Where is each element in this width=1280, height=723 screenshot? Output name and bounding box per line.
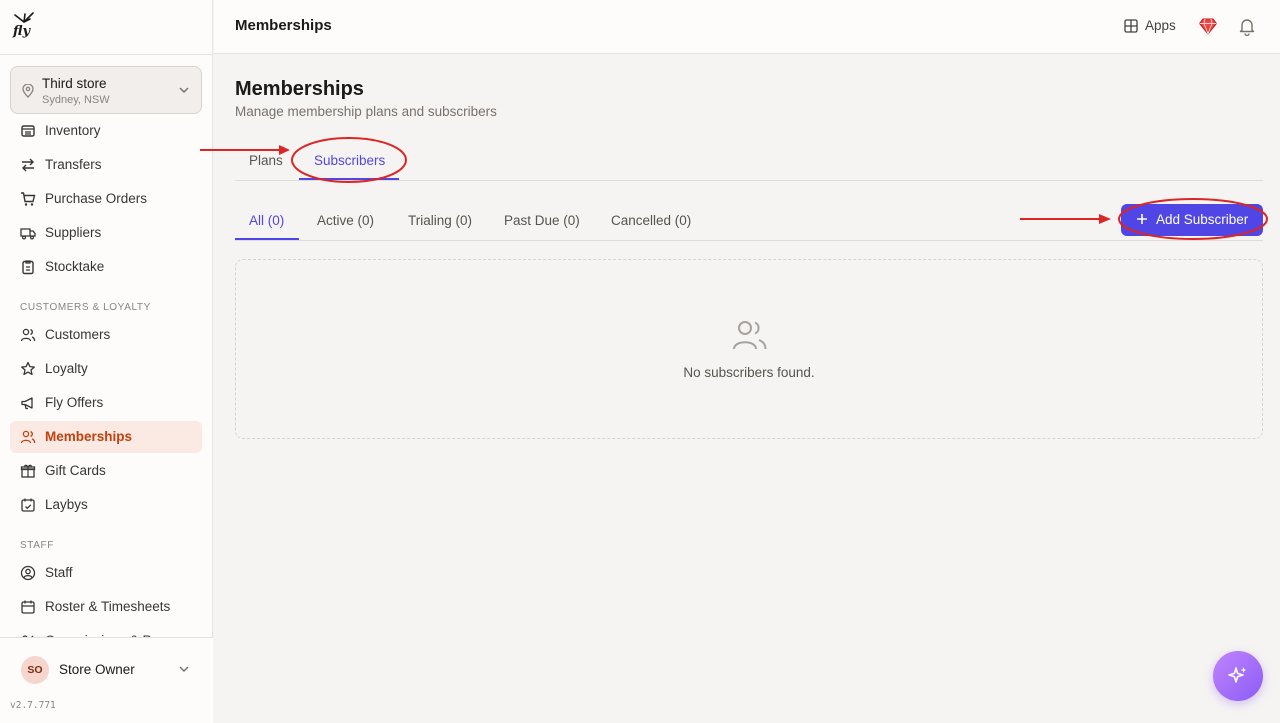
inventory-icon — [21, 125, 35, 137]
chevron-down-icon — [179, 87, 189, 94]
store-location: Sydney, NSW — [42, 94, 110, 106]
calendar-check-icon — [21, 498, 35, 512]
topbar-title: Memberships — [235, 17, 332, 34]
sidebar: fly Third store Sydney, NSW Inventory Tr… — [0, 0, 213, 723]
divider — [235, 240, 1263, 241]
sidebar-item-label: Laybys — [45, 497, 88, 512]
sidebar-item-label: Memberships — [45, 429, 133, 444]
users-icon — [20, 430, 36, 444]
user-name[interactable]: Store Owner — [59, 662, 135, 677]
sidebar-item-suppliers[interactable]: Suppliers — [10, 217, 202, 249]
avatar[interactable]: SO — [21, 656, 49, 684]
sidebar-item-label: Inventory — [45, 123, 101, 138]
map-pin-icon — [22, 84, 34, 98]
store-selector[interactable]: Third store Sydney, NSW — [10, 66, 202, 114]
sidebar-item-loyalty[interactable]: Loyalty — [10, 353, 202, 385]
divider — [0, 54, 213, 55]
sidebar-item-label: Customers — [45, 327, 111, 342]
section-label-staff: STAFF — [20, 540, 54, 551]
add-subscriber-label: Add Subscriber — [1156, 212, 1249, 227]
annotation-arrowhead — [1099, 214, 1111, 224]
sidebar-item-memberships[interactable]: Memberships — [10, 421, 202, 453]
sidebar-item-inventory[interactable]: Inventory — [10, 115, 202, 147]
sidebar-item-roster[interactable]: Roster & Timesheets — [10, 591, 202, 623]
divider — [235, 180, 1263, 181]
section-label-customers: CUSTOMERS & LOYALTY — [20, 302, 151, 313]
sidebar-item-label: Fly Offers — [45, 395, 104, 410]
filter-all[interactable]: All (0) — [249, 213, 284, 228]
sidebar-item-transfers[interactable]: Transfers — [10, 149, 202, 181]
ai-assistant-button[interactable] — [1213, 651, 1263, 701]
sidebar-item-label: Transfers — [45, 157, 102, 172]
sidebar-item-staff[interactable]: Staff — [10, 557, 202, 589]
filter-past-due[interactable]: Past Due (0) — [504, 213, 580, 228]
sidebar-item-label: Roster & Timesheets — [45, 599, 171, 614]
apps-label: Apps — [1145, 18, 1176, 33]
sidebar-item-laybys[interactable]: Laybys — [10, 489, 202, 521]
gem-icon[interactable] — [1198, 16, 1218, 36]
filter-cancelled[interactable]: Cancelled (0) — [611, 213, 691, 228]
sidebar-item-gift-cards[interactable]: Gift Cards — [10, 455, 202, 487]
tab-plans[interactable]: Plans — [249, 153, 283, 168]
sidebar-item-label: Gift Cards — [45, 463, 106, 478]
plus-icon — [1137, 214, 1147, 224]
empty-state: No subscribers found. — [235, 259, 1263, 439]
user-circle-icon — [20, 565, 36, 581]
grid-icon — [1124, 19, 1138, 33]
sparkle-icon — [1228, 667, 1247, 683]
sidebar-item-stocktake[interactable]: Stocktake — [10, 251, 202, 283]
sidebar-item-fly-offers[interactable]: Fly Offers — [10, 387, 202, 419]
truck-icon — [20, 228, 36, 240]
top-bar: Memberships Apps — [214, 0, 1280, 54]
store-name: Third store — [42, 76, 107, 91]
sidebar-item-label: Loyalty — [45, 361, 88, 376]
filter-active[interactable]: Active (0) — [317, 213, 374, 228]
page-subtitle: Manage membership plans and subscribers — [235, 104, 497, 119]
users-icon — [733, 321, 767, 350]
add-subscriber-button[interactable]: Add Subscriber — [1121, 204, 1263, 236]
bell-icon[interactable] — [1238, 16, 1256, 36]
star-icon — [21, 361, 35, 376]
page-title: Memberships — [235, 78, 364, 100]
sidebar-item-label: Purchase Orders — [45, 191, 148, 206]
clipboard-icon — [22, 260, 34, 275]
filter-trialing[interactable]: Trialing (0) — [408, 213, 472, 228]
version-label: v2.7.771 — [10, 700, 56, 711]
users-icon — [20, 328, 36, 342]
calendar-icon — [21, 600, 35, 614]
tab-subscribers[interactable]: Subscribers — [314, 153, 385, 168]
sidebar-item-label: Staff — [45, 565, 73, 580]
sidebar-item-label: Suppliers — [45, 225, 102, 240]
sidebar-item-purchase-orders[interactable]: Purchase Orders — [10, 183, 202, 215]
gift-icon — [20, 464, 36, 478]
cart-icon — [21, 192, 36, 206]
sidebar-item-label: Stocktake — [45, 259, 105, 274]
megaphone-icon — [21, 397, 33, 410]
empty-message: No subscribers found. — [683, 365, 815, 380]
sidebar-item-customers[interactable]: Customers — [10, 319, 202, 351]
chevron-down-icon[interactable] — [178, 664, 190, 674]
brand-wordmark: fly — [13, 24, 31, 39]
transfer-arrows-icon — [22, 158, 34, 172]
